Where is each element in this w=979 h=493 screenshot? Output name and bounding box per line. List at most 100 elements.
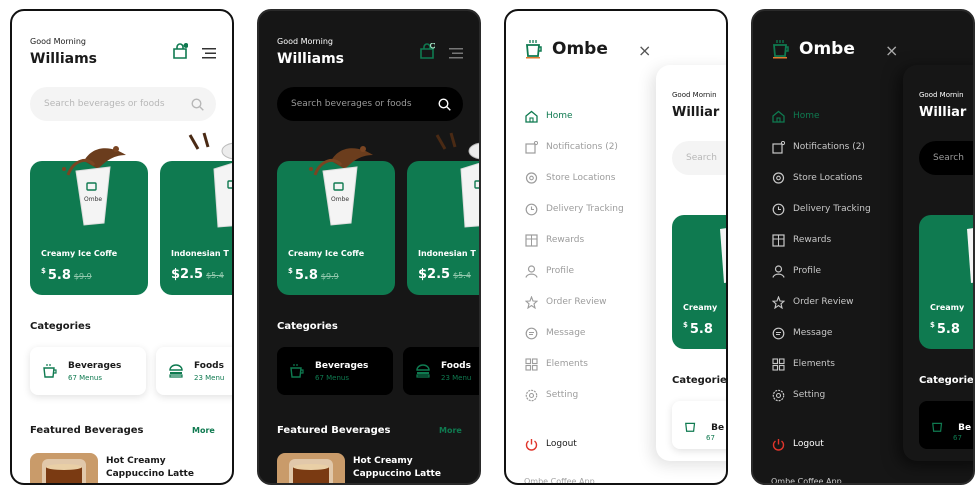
home-icon — [524, 109, 538, 123]
search-input[interactable]: Search beverages or foods — [30, 87, 216, 121]
more-link[interactable]: More — [192, 426, 215, 435]
power-icon — [524, 437, 538, 451]
product-price: $5.8 $9.9 — [288, 267, 339, 283]
nav-item-message[interactable]: Message — [771, 326, 832, 340]
phone-dark-drawer: Ombe × Home Notifications (2) Store Loca… — [751, 9, 975, 485]
search-icon[interactable] — [438, 97, 451, 111]
shopping-bag-icon[interactable] — [419, 43, 435, 59]
app-name: Ombe — [799, 39, 855, 59]
close-icon[interactable]: × — [885, 41, 898, 60]
search-placeholder: Search beverages or foods — [44, 99, 165, 109]
coffee-cup-image — [188, 132, 232, 228]
phone-light-drawer: Ombe × Home Notifications (2) Store Loca… — [504, 9, 728, 485]
nav-item-order-review[interactable]: Order Review — [771, 295, 854, 309]
menu-icon[interactable] — [449, 47, 463, 59]
nav-item-rewards[interactable]: Rewards — [524, 233, 584, 247]
home-preview-panel[interactable]: Good Mornin Williar Search Creamy $5.8 C… — [903, 65, 973, 461]
product-price: $5.8 — [683, 321, 713, 337]
nav-item-notifications[interactable]: Notifications (2) — [524, 140, 618, 154]
clock-icon — [524, 202, 538, 216]
categories-title: Categories — [277, 321, 338, 332]
search-input[interactable]: Search beverages or foods — [277, 87, 463, 121]
home-preview-panel[interactable]: Good Mornin Williar Search Creamy $5.8 C… — [656, 65, 726, 461]
category-card-foods[interactable]: Foods 23 Menu — [156, 347, 232, 395]
cup-icon — [932, 422, 943, 432]
more-link[interactable]: More — [439, 426, 462, 435]
gift-icon — [771, 233, 785, 247]
nav-item-profile[interactable]: Profile — [771, 264, 821, 278]
bell-icon — [524, 140, 538, 154]
nav-item-home[interactable]: Home — [771, 109, 820, 123]
category-count: 67 Menus — [315, 373, 349, 382]
nav-item-home[interactable]: Home — [524, 109, 573, 123]
product-price: $2.5 $5.4 — [171, 267, 224, 282]
category-card-beverages[interactable]: Beverages 67 Menus — [30, 347, 146, 395]
nav-item-store-locations[interactable]: Store Locations — [771, 171, 862, 185]
product-card[interactable]: Creamy $5.8 — [919, 215, 973, 349]
featured-item-name: Hot Creamy Cappuccino Latte — [106, 456, 194, 479]
product-price: $5.8 — [930, 321, 960, 337]
category-card[interactable]: Be 67 — [919, 401, 973, 449]
category-card-beverages[interactable]: Beverages 67 Menus — [277, 347, 393, 395]
category-card-foods[interactable]: Foods 23 Menu — [403, 347, 479, 395]
user-icon — [771, 264, 785, 278]
shopping-bag-icon[interactable] — [172, 43, 188, 59]
nav-item-elements[interactable]: Elements — [524, 357, 588, 371]
app-footer: Ombe Coffee App — [524, 477, 595, 485]
product-card[interactable]: Indonesian T $2.5 $5.4 — [160, 132, 232, 295]
featured-image — [30, 453, 98, 483]
search-input[interactable]: Search — [672, 141, 726, 175]
app-name: Ombe — [552, 39, 608, 59]
logout-button[interactable]: Logout — [524, 437, 577, 451]
close-icon[interactable]: × — [638, 41, 651, 60]
phone-dark-home: Good Morning Williams Search beverages o… — [257, 9, 481, 485]
category-count: 23 Menu — [441, 373, 472, 382]
product-card[interactable]: Creamy $5.8 — [672, 215, 726, 349]
star-icon — [771, 295, 785, 309]
coffee-logo-icon — [526, 40, 542, 59]
category-count: 67 Menus — [68, 373, 102, 382]
menu-icon[interactable] — [202, 47, 216, 59]
nav-item-order-review[interactable]: Order Review — [524, 295, 607, 309]
greeting-text: Good Mornin — [919, 91, 964, 99]
search-icon[interactable] — [191, 97, 204, 111]
nav-item-message[interactable]: Message — [524, 326, 585, 340]
gear-icon — [524, 388, 538, 402]
app-footer: Ombe Coffee App — [771, 477, 842, 485]
location-pin-icon — [524, 171, 538, 185]
nav-item-delivery-tracking[interactable]: Delivery Tracking — [771, 202, 871, 216]
home-icon — [771, 109, 785, 123]
product-card[interactable]: Indonesian T $2.5 $5.4 — [407, 132, 479, 295]
burger-icon — [416, 364, 430, 378]
nav-item-setting[interactable]: Setting — [771, 388, 825, 402]
greeting-text: Good Morning — [30, 37, 86, 46]
category-name: Beverages — [315, 360, 369, 371]
nav-item-elements[interactable]: Elements — [771, 357, 835, 371]
category-name: Foods — [441, 360, 471, 371]
product-price: $5.8 $9.9 — [41, 267, 92, 283]
nav-item-delivery-tracking[interactable]: Delivery Tracking — [524, 202, 624, 216]
category-card[interactable]: Be 67 — [672, 401, 726, 449]
nav-item-rewards[interactable]: Rewards — [771, 233, 831, 247]
user-name: Williar — [919, 105, 967, 120]
coffee-logo-icon — [773, 40, 789, 59]
product-card[interactable]: Ombe Creamy Ice Coffe $5.8 $9.9 — [30, 146, 148, 295]
grid-icon — [524, 357, 538, 371]
burger-icon — [169, 364, 183, 378]
nav-item-setting[interactable]: Setting — [524, 388, 578, 402]
coffee-cup-image: Ombe — [62, 146, 126, 226]
coffee-cup-image — [967, 228, 973, 283]
search-input[interactable]: Search — [919, 141, 973, 175]
coffee-cup-image — [720, 228, 726, 283]
clock-icon — [771, 202, 785, 216]
category-count: 23 Menu — [194, 373, 225, 382]
greeting-text: Good Mornin — [672, 91, 717, 99]
product-card[interactable]: Ombe Creamy Ice Coffe $5.8 $9.9 — [277, 146, 395, 295]
logout-button[interactable]: Logout — [771, 437, 824, 451]
cup-icon — [43, 364, 57, 378]
nav-item-store-locations[interactable]: Store Locations — [524, 171, 615, 185]
app-logo: Ombe — [771, 39, 855, 59]
category-name: Beverages — [68, 360, 122, 371]
nav-item-notifications[interactable]: Notifications (2) — [771, 140, 865, 154]
nav-item-profile[interactable]: Profile — [524, 264, 574, 278]
